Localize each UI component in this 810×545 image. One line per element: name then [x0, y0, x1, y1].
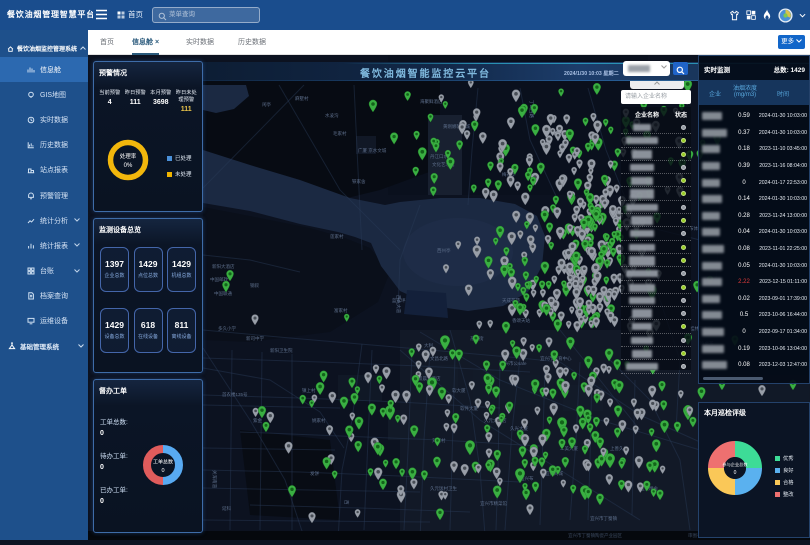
svg-text:中国联通: 中国联通 [214, 290, 232, 297]
svg-text:新阳卫生院: 新阳卫生院 [270, 347, 293, 354]
svg-text:钢叙: 钢叙 [250, 282, 259, 289]
svg-text:姚家村: 姚家村 [312, 417, 326, 424]
svg-text:广厦 京水文城: 广厦 京水文城 [358, 147, 387, 154]
svg-text:宜兴市精菜馆: 宜兴市精菜馆 [480, 500, 507, 507]
svg-text:铁家舍: 铁家舍 [352, 178, 366, 185]
svg-text:久元饭村卫生: 久元饭村卫生 [430, 485, 457, 492]
svg-text:工单总数: 工单总数 [153, 459, 173, 466]
svg-text:发饼: 发饼 [310, 470, 319, 477]
svg-text:麻墅村: 麻墅村 [295, 95, 309, 102]
svg-text:宜兴市丁蜀镇: 宜兴市丁蜀镇 [590, 515, 617, 522]
svg-text:多久小学: 多久小学 [218, 325, 236, 332]
svg-text:参与企业总数: 参与企业总数 [722, 461, 748, 468]
svg-text:首农楼135号: 首农楼135号 [222, 391, 248, 398]
svg-text:紫金: 紫金 [253, 417, 262, 423]
svg-text:新阳大酒店: 新阳大酒店 [212, 263, 235, 270]
svg-text:西九大道: 西九大道 [395, 295, 402, 313]
svg-text:0: 0 [734, 470, 737, 476]
svg-text:莲家村: 莲家村 [330, 233, 344, 240]
svg-text:新司中学: 新司中学 [246, 335, 264, 342]
svg-text:处理率: 处理率 [120, 152, 137, 160]
svg-text:0: 0 [161, 468, 164, 474]
svg-text:水凌沟: 水凌沟 [325, 112, 339, 119]
svg-text:镇上村: 镇上村 [302, 387, 316, 394]
svg-text:香颂天站: 香颂天站 [512, 317, 530, 324]
svg-text:软大厦: 软大厦 [452, 387, 466, 394]
svg-text:闲亭: 闲亭 [262, 101, 271, 108]
svg-text:富家村: 富家村 [334, 307, 348, 314]
svg-text:延科: 延科 [222, 505, 231, 512]
svg-text:关浑南道: 关浑南道 [211, 470, 218, 488]
svg-text:0%: 0% [124, 163, 133, 169]
svg-text:软件大厦: 软件大厦 [460, 405, 478, 412]
svg-text:西州亭: 西州亭 [437, 247, 451, 254]
svg-text:毛家村: 毛家村 [333, 130, 347, 136]
